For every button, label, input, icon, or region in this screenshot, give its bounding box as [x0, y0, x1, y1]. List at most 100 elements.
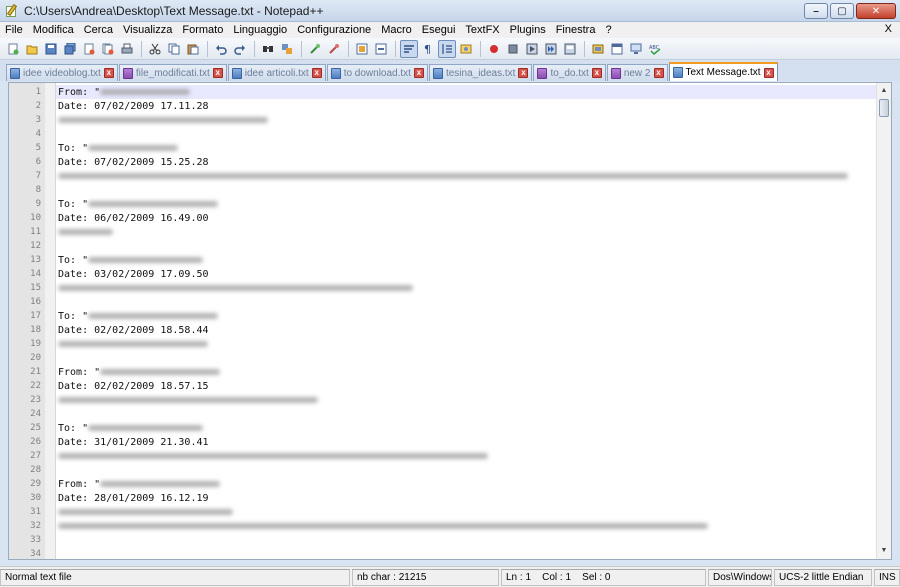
menu-linguaggio[interactable]: Linguaggio — [228, 24, 292, 36]
close-window-button[interactable]: ✕ — [856, 3, 896, 19]
tab-new-2[interactable]: new 2 x — [606, 64, 668, 81]
editor-line[interactable]: 16 — [9, 295, 879, 309]
tab-to-do[interactable]: to_do.txt x — [533, 64, 606, 81]
tab-close-icon[interactable]: x — [763, 67, 774, 78]
undo-icon[interactable] — [212, 40, 230, 58]
show-all-chars-icon[interactable]: ¶ — [419, 40, 437, 58]
tab-close-icon[interactable]: x — [518, 68, 529, 78]
editor-line[interactable]: 28 — [9, 463, 879, 477]
editor-line[interactable]: 34 — [9, 547, 879, 559]
editor-line[interactable]: 3 — [9, 113, 879, 127]
save-all-icon[interactable] — [61, 40, 79, 58]
editor-line[interactable]: 26 Date: 31/01/2009 21.30.41 — [9, 435, 879, 449]
editor-line[interactable]: 10 Date: 06/02/2009 16.49.00 — [9, 211, 879, 225]
print-icon[interactable] — [118, 40, 136, 58]
tab-close-icon[interactable]: x — [413, 68, 424, 78]
play-macro-icon[interactable] — [523, 40, 541, 58]
menu-modifica[interactable]: Modifica — [28, 24, 79, 36]
tab-tesina-ideas[interactable]: tesina_ideas.txt x — [428, 64, 533, 81]
editor-line[interactable]: 22 Date: 02/02/2009 18.57.15 — [9, 379, 879, 393]
editor-line[interactable]: 31 — [9, 505, 879, 519]
editor-line[interactable]: 29 From: " — [9, 477, 879, 491]
editor-line[interactable]: 13 To: " — [9, 253, 879, 267]
text-editor[interactable]: 1 From: " 2 Date: 07/02/2009 17.11.28 3 4 5 To:… — [8, 82, 892, 560]
indent-guide-icon[interactable] — [438, 39, 456, 58]
vertical-scrollbar[interactable]: ▲ ▼ — [876, 83, 891, 559]
save-macro-icon[interactable] — [561, 40, 579, 58]
monitor-icon[interactable] — [627, 40, 645, 58]
editor-line[interactable]: 20 — [9, 351, 879, 365]
spellcheck-icon[interactable]: ABC — [646, 40, 664, 58]
sync-vertical-icon[interactable] — [353, 40, 371, 58]
editor-line[interactable]: 18 Date: 02/02/2009 18.58.44 — [9, 323, 879, 337]
editor-line[interactable]: 24 — [9, 407, 879, 421]
close-file-icon[interactable] — [80, 40, 98, 58]
panel-icon[interactable] — [608, 40, 626, 58]
launch-browser-icon[interactable] — [589, 40, 607, 58]
tab-to-download[interactable]: to download.txt x — [326, 64, 428, 81]
editor-line[interactable]: 14 Date: 03/02/2009 17.09.50 — [9, 267, 879, 281]
close-document-button[interactable]: X — [885, 23, 892, 35]
tab-text-message[interactable]: Text Message.txt x — [668, 62, 778, 81]
copy-icon[interactable] — [165, 40, 183, 58]
user-lang-icon[interactable] — [457, 40, 475, 58]
editor-line[interactable]: 9 To: " — [9, 197, 879, 211]
editor-line[interactable]: 2 Date: 07/02/2009 17.11.28 — [9, 99, 879, 113]
editor-line[interactable]: 33 — [9, 533, 879, 547]
minimize-button[interactable]: – — [804, 3, 828, 19]
editor-line[interactable]: 27 — [9, 449, 879, 463]
editor-line[interactable]: 30 Date: 28/01/2009 16.12.19 — [9, 491, 879, 505]
menu-help[interactable]: ? — [600, 24, 616, 36]
run-macro-multiple-icon[interactable] — [542, 40, 560, 58]
editor-line[interactable]: 12 — [9, 239, 879, 253]
replace-icon[interactable] — [278, 40, 296, 58]
menu-configurazione[interactable]: Configurazione — [292, 24, 376, 36]
menu-visualizza[interactable]: Visualizza — [118, 24, 177, 36]
editor-line[interactable]: 25 To: " — [9, 421, 879, 435]
new-file-icon[interactable] — [4, 40, 22, 58]
cut-icon[interactable] — [146, 40, 164, 58]
editor-line[interactable]: 4 — [9, 127, 879, 141]
close-all-icon[interactable] — [99, 40, 117, 58]
scroll-down-icon[interactable]: ▼ — [879, 545, 889, 557]
tab-close-icon[interactable]: x — [103, 68, 114, 78]
editor-line[interactable]: 19 — [9, 337, 879, 351]
tab-close-icon[interactable]: x — [311, 68, 322, 78]
zoom-out-icon[interactable] — [325, 40, 343, 58]
find-icon[interactable] — [259, 40, 277, 58]
editor-line[interactable]: 11 — [9, 225, 879, 239]
save-icon[interactable] — [42, 40, 60, 58]
menu-plugins[interactable]: Plugins — [505, 24, 551, 36]
sync-horizontal-icon[interactable] — [372, 40, 390, 58]
redo-icon[interactable] — [231, 40, 249, 58]
menu-macro[interactable]: Macro — [376, 24, 417, 36]
open-file-icon[interactable] — [23, 40, 41, 58]
zoom-in-icon[interactable] — [306, 40, 324, 58]
editor-line[interactable]: 1 From: " — [9, 85, 879, 99]
menu-finestra[interactable]: Finestra — [551, 24, 601, 36]
menu-textfx[interactable]: TextFX — [460, 24, 504, 36]
tab-close-icon[interactable]: x — [212, 68, 223, 78]
maximize-button[interactable]: ▢ — [830, 3, 854, 19]
record-macro-icon[interactable] — [485, 40, 503, 58]
word-wrap-icon[interactable] — [400, 39, 418, 58]
editor-line[interactable]: 7 — [9, 169, 879, 183]
tab-file-modificati[interactable]: file_modificati.txt x — [118, 64, 227, 81]
tab-close-icon[interactable]: x — [653, 68, 664, 78]
editor-line[interactable]: 8 — [9, 183, 879, 197]
scrollbar-thumb[interactable] — [879, 99, 889, 117]
editor-line[interactable]: 6 Date: 07/02/2009 15.25.28 — [9, 155, 879, 169]
editor-line[interactable]: 17 To: " — [9, 309, 879, 323]
editor-line[interactable]: 5 To: " — [9, 141, 879, 155]
menu-cerca[interactable]: Cerca — [79, 24, 118, 36]
stop-macro-icon[interactable] — [504, 40, 522, 58]
menu-formato[interactable]: Formato — [177, 24, 228, 36]
editor-line[interactable]: 21 From: " — [9, 365, 879, 379]
editor-line[interactable]: 15 — [9, 281, 879, 295]
scroll-up-icon[interactable]: ▲ — [879, 85, 889, 97]
editor-line[interactable]: 23 — [9, 393, 879, 407]
menu-file[interactable]: File — [0, 24, 28, 36]
editor-line[interactable]: 32 — [9, 519, 879, 533]
tab-close-icon[interactable]: x — [591, 68, 602, 78]
paste-icon[interactable] — [184, 40, 202, 58]
